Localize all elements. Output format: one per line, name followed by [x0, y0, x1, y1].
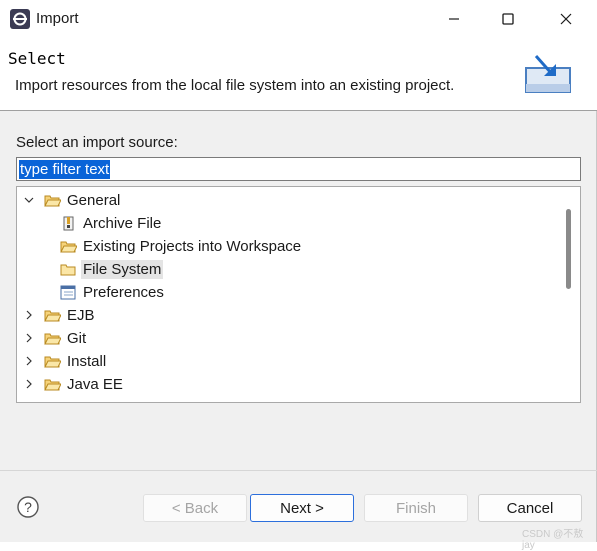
svg-text:?: ?: [24, 499, 32, 515]
import-wizard-icon: [525, 55, 571, 93]
tree-item-git[interactable]: Git: [23, 327, 88, 349]
folder-icon: [44, 310, 61, 321]
folder-icon: [44, 379, 61, 390]
tree-item-java-ee[interactable]: Java EE: [23, 373, 125, 395]
tree-item-existing-projects[interactable]: Existing Projects into Workspace: [60, 235, 303, 257]
finish-button[interactable]: Finish: [364, 494, 468, 522]
chevron-down-icon[interactable]: [23, 194, 35, 206]
chevron-right-icon[interactable]: [23, 332, 35, 344]
page-description: Import resources from the local file sys…: [15, 77, 455, 94]
close-icon: [560, 13, 572, 25]
tree-item-label: Git: [67, 329, 87, 347]
chevron-right-icon[interactable]: [23, 355, 35, 367]
tree-item-install[interactable]: Install: [23, 350, 108, 372]
watermark: CSDN @不敖jay: [522, 529, 584, 551]
import-dialog: Import Select Import resources from the …: [0, 0, 597, 551]
folder-open-icon: [44, 195, 61, 206]
folder-icon: [44, 356, 61, 367]
title-bar: Import: [0, 0, 597, 38]
minimize-button[interactable]: [432, 0, 476, 38]
import-source-label: Select an import source:: [16, 134, 178, 151]
close-button[interactable]: [544, 0, 588, 38]
help-icon[interactable]: ?: [16, 495, 40, 519]
maximize-icon: [502, 13, 514, 25]
filter-input[interactable]: type filter text: [16, 157, 581, 181]
folder-project-icon: [60, 241, 77, 252]
chevron-right-icon[interactable]: [23, 378, 35, 390]
tree-item-label: Archive File: [83, 214, 162, 232]
folder-icon: [60, 264, 76, 275]
tree-item-label: Java EE: [67, 375, 123, 393]
tree-item-preferences[interactable]: Preferences: [60, 281, 166, 303]
tree-item-label: Install: [67, 352, 107, 370]
page-title: Select: [8, 49, 66, 68]
wizard-header: Select Import resources from the local f…: [0, 38, 597, 111]
tree-item-label: EJB: [67, 306, 95, 324]
tree-item-general[interactable]: General: [23, 189, 122, 211]
tree-item-ejb[interactable]: EJB: [23, 304, 97, 326]
maximize-button[interactable]: [486, 0, 530, 38]
import-source-tree[interactable]: General Archive File Existing Projects i…: [16, 186, 581, 403]
preferences-icon: [60, 285, 76, 299]
filter-text: type filter text: [19, 159, 111, 179]
next-button[interactable]: Next >: [250, 494, 354, 522]
tree-item-label: Preferences: [83, 283, 164, 301]
archive-file-icon: [63, 216, 74, 230]
chevron-right-icon[interactable]: [23, 309, 35, 321]
tree-item-label: Existing Projects into Workspace: [83, 237, 302, 255]
tree-item-archive-file[interactable]: Archive File: [60, 212, 163, 234]
folder-icon: [44, 333, 61, 344]
tree-scrollbar[interactable]: [566, 209, 571, 289]
eclipse-icon: [10, 9, 30, 29]
tree-item-label: General: [67, 191, 121, 209]
back-button[interactable]: < Back: [143, 494, 247, 522]
minimize-icon: [449, 18, 459, 20]
cancel-button[interactable]: Cancel: [478, 494, 582, 522]
footer-divider: [0, 470, 597, 471]
window-title: Import: [36, 10, 79, 27]
tree-item-file-system[interactable]: File System: [60, 258, 164, 280]
tree-item-label: File System: [81, 259, 164, 279]
